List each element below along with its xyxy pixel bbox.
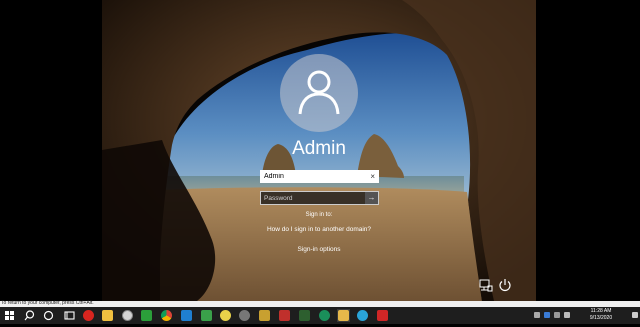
edge-icon[interactable] — [318, 309, 331, 322]
user-name-heading: Admin — [292, 138, 346, 159]
username-field[interactable]: × — [260, 170, 379, 183]
opera-icon[interactable] — [82, 309, 95, 322]
clear-icon[interactable]: × — [370, 171, 375, 182]
taskbar — [0, 307, 640, 324]
status-text: To return to your computer, press Ctrl+A… — [1, 300, 94, 306]
notification-icon[interactable] — [632, 312, 638, 318]
clock-date[interactable]: 9/13/2020 — [577, 315, 625, 321]
volume-icon[interactable] — [554, 312, 560, 318]
username-input[interactable] — [264, 171, 364, 182]
app-3-icon[interactable] — [180, 309, 193, 322]
tools-icon[interactable] — [258, 309, 271, 322]
network-tray-icon[interactable] — [534, 312, 540, 318]
other-domain-link[interactable]: How do I sign in to another domain? — [102, 226, 536, 233]
sign-in-to-label: Sign in to: — [305, 212, 333, 218]
password-input[interactable] — [264, 193, 364, 203]
settings-icon[interactable] — [238, 309, 251, 322]
search-icon[interactable] — [23, 309, 36, 322]
app-red-square-icon[interactable] — [376, 309, 389, 322]
power-icon[interactable] — [498, 278, 512, 292]
battery-icon[interactable] — [564, 312, 570, 318]
app-green-icon[interactable] — [140, 309, 153, 322]
network-icon[interactable] — [479, 279, 493, 292]
remote-session-view: Admin × → Sign in to: How do I sign in t… — [0, 0, 640, 301]
signin-options-link[interactable]: Sign-in options — [102, 246, 536, 253]
chrome-icon[interactable] — [121, 309, 134, 322]
lock-screen: Admin × → Sign in to: How do I sign in t… — [102, 0, 536, 301]
windows-store-icon[interactable] — [200, 309, 213, 322]
app-red-icon[interactable] — [278, 309, 291, 322]
tray-app-icon[interactable] — [544, 312, 550, 318]
file-explorer-icon[interactable] — [101, 309, 114, 322]
remote-desktop-icon[interactable] — [337, 309, 350, 322]
task-view-icon[interactable] — [42, 309, 55, 322]
start-button[interactable] — [3, 309, 16, 322]
task-view-icon[interactable] — [63, 309, 76, 322]
app-gray-icon[interactable] — [356, 309, 369, 322]
chrome-icon[interactable] — [160, 309, 173, 322]
clock-time[interactable]: 11:28 AM — [577, 308, 625, 314]
submit-arrow-button[interactable]: → — [365, 192, 378, 204]
user-icon — [298, 70, 340, 115]
password-field[interactable]: → — [260, 191, 379, 205]
app-dark-icon[interactable] — [298, 309, 311, 322]
app-yellow-icon[interactable] — [219, 309, 232, 322]
windows-icon — [5, 311, 14, 320]
screen: Admin × → Sign in to: How do I sign in t… — [0, 0, 640, 324]
user-avatar — [280, 54, 358, 132]
